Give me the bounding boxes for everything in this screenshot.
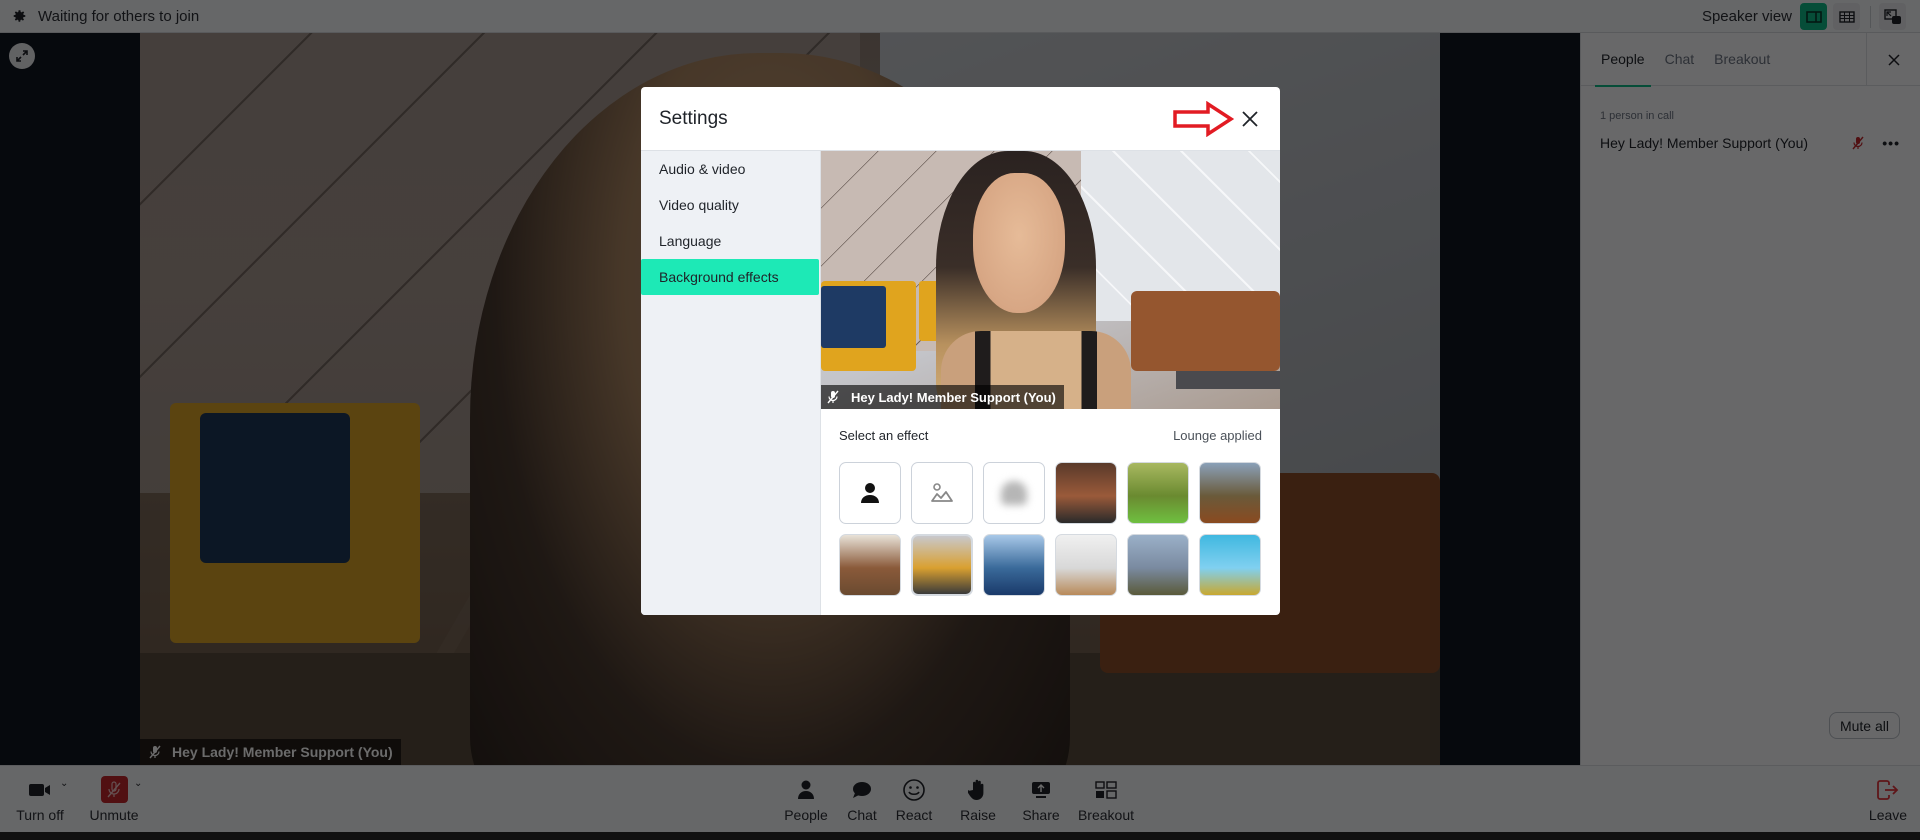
effect-brick-cafe[interactable] (1055, 462, 1117, 524)
effect-ocean[interactable] (983, 534, 1045, 596)
effect-tree-alley[interactable] (1127, 462, 1189, 524)
preview-name-tag: Hey Lady! Member Support (You) (821, 385, 1064, 409)
strong-blur-icon (1001, 481, 1027, 505)
effects-grid (821, 462, 1280, 596)
effect-blur-light[interactable] (911, 462, 973, 524)
effect-roller-coaster[interactable] (1199, 534, 1261, 596)
dialog-header: Settings (641, 87, 1280, 151)
select-effect-label: Select an effect (839, 428, 929, 443)
blur-background-icon (931, 483, 953, 502)
effect-library[interactable] (839, 534, 901, 596)
close-dialog-button[interactable] (1238, 107, 1262, 131)
effect-blur-strong[interactable] (983, 462, 1045, 524)
person-icon (861, 483, 879, 503)
effect-none[interactable] (839, 462, 901, 524)
applied-effect-label: Lounge applied (1173, 428, 1262, 443)
effects-header: Select an effect Lounge applied (821, 409, 1280, 462)
preview-name: Hey Lady! Member Support (You) (851, 389, 1056, 405)
effect-bright-hallway[interactable] (1055, 534, 1117, 596)
mic-muted-icon (827, 390, 839, 404)
effect-lounge[interactable] (911, 534, 973, 596)
dialog-title: Settings (659, 107, 728, 129)
close-icon (1242, 111, 1258, 127)
background-effects-pane: Hey Lady! Member Support (You) Select an… (821, 151, 1280, 615)
settings-menu: Audio & video Video quality Language Bac… (641, 151, 821, 615)
settings-dialog: Settings Audio & video Video quality Lan… (641, 87, 1280, 615)
preview-person (973, 173, 1065, 313)
effect-palm-sky[interactable] (1127, 534, 1189, 596)
menu-item-background-effects[interactable]: Background effects (641, 259, 819, 295)
red-arrow-annotation-icon (1172, 100, 1235, 142)
app-window: Waiting for others to join Speaker view (0, 0, 1920, 840)
video-preview: Hey Lady! Member Support (You) (821, 151, 1280, 409)
menu-item-language[interactable]: Language (641, 223, 820, 259)
effect-autumn-mountains[interactable] (1199, 462, 1261, 524)
menu-item-audio-video[interactable]: Audio & video (641, 151, 820, 187)
menu-item-video-quality[interactable]: Video quality (641, 187, 820, 223)
